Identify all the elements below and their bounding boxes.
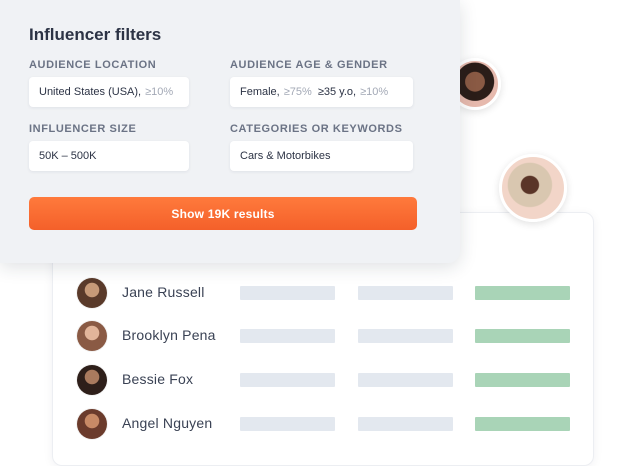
age-value: ≥35 y.o, [317,86,357,98]
result-row[interactable]: Bessie Fox [77,364,577,396]
audience-location-field[interactable]: United States (USA), ≥10% [29,77,189,107]
influencer-size-label: INFLUENCER SIZE [29,123,137,135]
categories-label: CATEGORIES OR KEYWORDS [230,123,403,135]
result-row[interactable]: Angel Nguyen [77,408,577,440]
result-row[interactable]: Jane Russell [77,277,577,309]
metric-bar [240,329,335,343]
metric-bar-highlight [475,417,570,431]
audience-age-gender-label: AUDIENCE AGE & GENDER [230,59,388,71]
metric-bar [240,286,335,300]
audience-age-gender-field[interactable]: Female, ≥75% ≥35 y.o, ≥10% [230,77,413,107]
metric-bar-highlight [475,286,570,300]
avatar [77,278,107,308]
age-threshold: ≥10% [360,86,389,98]
metric-bar-highlight [475,373,570,387]
result-name: Brooklyn Pena [122,327,216,343]
result-name: Jane Russell [122,284,205,300]
avatar [77,409,107,439]
metric-bar [240,373,335,387]
metric-bar [358,286,453,300]
influencer-size-value: 50K – 500K [39,150,97,162]
influencer-size-field[interactable]: 50K – 500K [29,141,189,171]
metric-bar [358,373,453,387]
audience-location-label: AUDIENCE LOCATION [29,59,157,71]
avatar [499,154,567,222]
metric-bar [240,417,335,431]
result-row[interactable]: Brooklyn Pena [77,320,577,352]
result-name: Angel Nguyen [122,415,213,431]
metric-bar [358,329,453,343]
categories-field[interactable]: Cars & Motorbikes [230,141,413,171]
show-results-button[interactable]: Show 19K results [29,197,417,230]
audience-location-value: United States (USA), [39,86,142,98]
filter-panel: Influencer filters AUDIENCE LOCATION Uni… [0,0,460,263]
audience-location-threshold: ≥10% [145,86,174,98]
metric-bar [358,417,453,431]
panel-title: Influencer filters [29,25,162,44]
avatar [77,321,107,351]
result-name: Bessie Fox [122,371,194,387]
gender-threshold: ≥75% [283,86,312,98]
categories-value: Cars & Motorbikes [240,150,331,162]
metric-bar-highlight [475,329,570,343]
gender-value: Female, [240,86,280,98]
avatar [77,365,107,395]
